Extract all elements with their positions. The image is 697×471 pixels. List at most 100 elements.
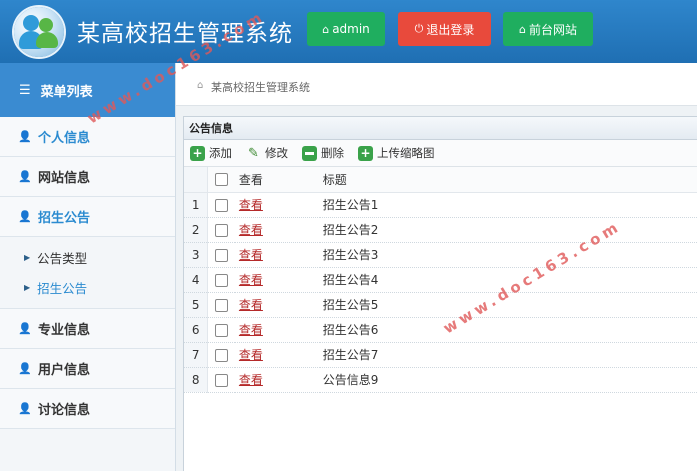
row-number: 7 bbox=[184, 342, 209, 368]
sidebar-item-label: 用户信息 bbox=[38, 363, 91, 378]
view-cell: 查看 bbox=[234, 367, 320, 393]
view-link[interactable]: 查看 bbox=[239, 298, 263, 312]
row-checkbox[interactable] bbox=[215, 348, 229, 362]
view-link[interactable]: 查看 bbox=[239, 348, 263, 362]
row-checkbox[interactable] bbox=[215, 223, 229, 237]
row-number: 5 bbox=[184, 292, 209, 318]
table-row[interactable]: 8 查看 公告信息9 bbox=[184, 367, 697, 393]
row-checkbox[interactable] bbox=[215, 298, 229, 312]
view-link[interactable]: 查看 bbox=[239, 248, 263, 262]
table-row[interactable]: 5 查看 招生公告5 bbox=[184, 292, 697, 318]
sidebar-item-discussion-info[interactable]: 👤 讨论信息 bbox=[0, 389, 175, 429]
logout-button[interactable]: ⏻ 退出登录 bbox=[398, 12, 491, 46]
view-link[interactable]: 查看 bbox=[239, 198, 263, 212]
sidebar-item-user-info[interactable]: 👤 用户信息 bbox=[0, 349, 175, 389]
row-checkbox-cell bbox=[207, 292, 235, 318]
view-link[interactable]: 查看 bbox=[239, 323, 263, 337]
row-checkbox-cell bbox=[207, 242, 235, 268]
delete-button[interactable]: 删除 bbox=[302, 145, 344, 161]
row-checkbox-cell bbox=[207, 342, 235, 368]
front-site-button[interactable]: ⌂ 前台网站 bbox=[503, 12, 593, 46]
title-cell: 招生公告3 bbox=[319, 242, 697, 268]
sidebar: ☰ 菜单列表 👤 个人信息 👤 网站信息 👤 招生公告 ▶ 公告类型 ▶ 招生公… bbox=[0, 63, 176, 471]
user-icon: 👤 bbox=[18, 170, 32, 183]
list-icon: ☰ bbox=[19, 82, 31, 98]
panel-title: 公告信息 bbox=[184, 117, 697, 140]
row-checkbox-cell bbox=[207, 317, 235, 343]
caret-right-icon: ▶ bbox=[24, 282, 31, 292]
view-column-header: 查看 bbox=[234, 167, 320, 193]
row-checkbox[interactable] bbox=[215, 273, 229, 287]
title-cell: 招生公告7 bbox=[319, 342, 697, 368]
user-icon: 👤 bbox=[18, 362, 32, 375]
upload-thumbnail-button[interactable]: + 上传缩略图 bbox=[358, 145, 435, 161]
add-button-label: 添加 bbox=[209, 146, 232, 160]
minus-icon bbox=[302, 145, 317, 161]
user-icon: 👤 bbox=[18, 210, 32, 223]
submenu-item-label: 招生公告 bbox=[37, 280, 88, 296]
row-checkbox[interactable] bbox=[215, 248, 229, 262]
title-cell: 公告信息9 bbox=[319, 367, 697, 393]
view-cell: 查看 bbox=[234, 342, 320, 368]
row-checkbox-cell bbox=[207, 367, 235, 393]
edit-button[interactable]: ✎ 修改 bbox=[246, 145, 288, 161]
user-icon: 👤 bbox=[18, 130, 32, 143]
add-button[interactable]: + 添加 bbox=[190, 145, 232, 161]
row-number: 8 bbox=[184, 367, 209, 393]
row-checkbox-cell bbox=[207, 192, 235, 218]
submenu-item-admission-notice[interactable]: ▶ 招生公告 bbox=[0, 272, 175, 302]
sidebar-item-label: 招生公告 bbox=[38, 211, 91, 226]
title-cell: 招生公告1 bbox=[319, 192, 697, 218]
sidebar-item-label: 网站信息 bbox=[38, 171, 91, 186]
title-cell: 招生公告2 bbox=[319, 217, 697, 243]
row-checkbox[interactable] bbox=[215, 373, 229, 387]
view-cell: 查看 bbox=[234, 317, 320, 343]
user-icon: 👤 bbox=[18, 322, 32, 335]
row-number: 2 bbox=[184, 217, 209, 243]
user-icon: 👤 bbox=[18, 402, 32, 415]
title-cell: 招生公告6 bbox=[319, 317, 697, 343]
pencil-icon: ✎ bbox=[248, 145, 259, 161]
row-number: 4 bbox=[184, 267, 209, 293]
upload-button-label: 上传缩略图 bbox=[377, 146, 435, 160]
submenu-item-notice-type[interactable]: ▶ 公告类型 bbox=[0, 242, 175, 272]
sidebar-item-label: 个人信息 bbox=[38, 131, 91, 146]
breadcrumb-text[interactable]: 某高校招生管理系统 bbox=[211, 79, 310, 95]
view-cell: 查看 bbox=[234, 292, 320, 318]
row-checkbox-cell bbox=[207, 217, 235, 243]
submenu-item-label: 公告类型 bbox=[37, 250, 88, 266]
table-row[interactable]: 4 查看 招生公告4 bbox=[184, 267, 697, 293]
row-number-header bbox=[184, 167, 209, 193]
notice-table: 查看 标题 1 查看 招生公告1 2 查看 招生公告2 3 查看 招生公告3 4… bbox=[184, 167, 697, 393]
delete-button-label: 删除 bbox=[321, 146, 344, 160]
home-icon: ⌂ bbox=[322, 22, 330, 36]
table-row[interactable]: 1 查看 招生公告1 bbox=[184, 192, 697, 218]
select-all-checkbox[interactable] bbox=[215, 173, 229, 187]
view-cell: 查看 bbox=[234, 192, 320, 218]
menu-list-label: 菜单列表 bbox=[40, 84, 93, 100]
row-number: 3 bbox=[184, 242, 209, 268]
logout-button-label: 退出登录 bbox=[426, 22, 475, 37]
front-site-button-label: 前台网站 bbox=[528, 22, 577, 37]
sidebar-item-major-info[interactable]: 👤 专业信息 bbox=[0, 309, 175, 349]
breadcrumb: ⌂ 某高校招生管理系统 bbox=[176, 63, 697, 106]
admission-submenu: ▶ 公告类型 ▶ 招生公告 bbox=[0, 237, 175, 309]
row-number: 1 bbox=[184, 192, 209, 218]
title-column-header: 标题 bbox=[319, 167, 697, 193]
row-checkbox[interactable] bbox=[215, 323, 229, 337]
row-checkbox[interactable] bbox=[215, 198, 229, 212]
sidebar-item-personal-info[interactable]: 👤 个人信息 bbox=[0, 117, 175, 157]
admin-button[interactable]: ⌂ admin bbox=[307, 12, 385, 46]
view-link[interactable]: 查看 bbox=[239, 273, 263, 287]
sidebar-item-admission-notice[interactable]: 👤 招生公告 bbox=[0, 197, 175, 237]
view-link[interactable]: 查看 bbox=[239, 223, 263, 237]
view-link[interactable]: 查看 bbox=[239, 373, 263, 387]
sidebar-item-label: 专业信息 bbox=[38, 323, 91, 338]
table-header-row: 查看 标题 bbox=[184, 167, 697, 193]
power-icon: ⏻ bbox=[414, 22, 424, 35]
table-row[interactable]: 7 查看 招生公告7 bbox=[184, 342, 697, 368]
select-all-cell bbox=[207, 167, 235, 193]
sidebar-item-site-info[interactable]: 👤 网站信息 bbox=[0, 157, 175, 197]
users-logo-icon bbox=[14, 7, 64, 57]
table-row[interactable]: 3 查看 招生公告3 bbox=[184, 242, 697, 268]
